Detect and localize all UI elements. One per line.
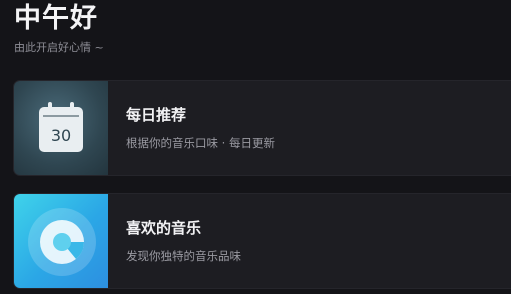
music-disc-icon bbox=[26, 206, 98, 278]
liked-music-card[interactable]: 喜欢的音乐 发现你独特的音乐品味 bbox=[13, 193, 511, 289]
greeting-title: 中午好 bbox=[14, 3, 98, 34]
calendar-icon: 30 bbox=[38, 101, 84, 153]
daily-recommendation-description: 根据你的音乐口味 · 每日更新 bbox=[126, 136, 275, 150]
calendar-day-number: 30 bbox=[51, 126, 71, 145]
greeting-subtitle: 由此开启好心情 ~ bbox=[14, 41, 104, 54]
daily-recommendation-cover: 30 bbox=[14, 81, 108, 175]
daily-recommendation-card[interactable]: 30 每日推荐 根据你的音乐口味 · 每日更新 bbox=[13, 80, 511, 176]
daily-recommendation-title: 每日推荐 bbox=[126, 106, 187, 124]
liked-music-description: 发现你独特的音乐品味 bbox=[126, 249, 241, 263]
liked-music-cover bbox=[14, 194, 108, 288]
liked-music-title: 喜欢的音乐 bbox=[126, 219, 202, 237]
